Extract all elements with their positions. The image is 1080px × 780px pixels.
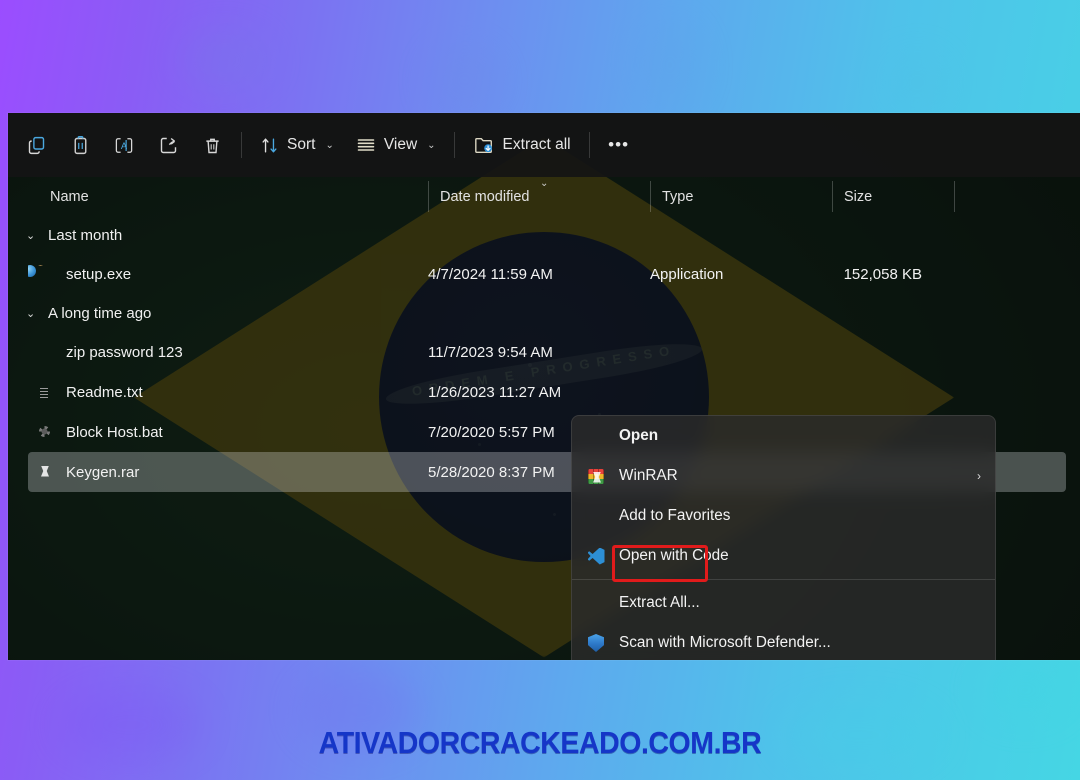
menu-item-open-with-code[interactable]: Open with Code bbox=[572, 536, 995, 576]
backdrop-blotch bbox=[640, 20, 700, 110]
file-group-label: A long time ago bbox=[48, 304, 152, 322]
svg-text:A: A bbox=[121, 140, 128, 150]
menu-item-label: Extract All... bbox=[619, 594, 700, 611]
chevron-down-icon: ⌄ bbox=[26, 229, 36, 242]
ellipsis-icon: ••• bbox=[608, 135, 630, 154]
extract-all-button[interactable]: Extract all bbox=[462, 125, 582, 165]
extract-all-label: Extract all bbox=[502, 136, 571, 153]
chevron-down-icon: ⌄ bbox=[26, 307, 36, 320]
extract-all-icon bbox=[473, 135, 495, 155]
page-root: ORDEM E PROGRESSO bbox=[0, 0, 1080, 780]
view-label: View bbox=[383, 136, 418, 153]
file-type-cell: Application bbox=[650, 265, 724, 283]
file-explorer-window: ORDEM E PROGRESSO bbox=[8, 113, 1080, 660]
sort-label: Sort bbox=[287, 136, 316, 153]
column-header-type[interactable]: Type bbox=[650, 177, 832, 216]
view-icon bbox=[356, 136, 376, 154]
table-row[interactable]: Readme.txt 1/26/2023 11:27 AM bbox=[28, 372, 1066, 412]
column-headers: Name ⌄ Date modified Type Size bbox=[8, 177, 1080, 216]
more-options-button[interactable]: ••• bbox=[597, 125, 641, 165]
toolbar-divider bbox=[453, 132, 455, 158]
menu-item-winrar[interactable]: WinRAR › bbox=[572, 456, 995, 496]
sort-icon bbox=[260, 136, 279, 155]
column-label: Name bbox=[50, 188, 89, 205]
file-date-cell: 1/26/2023 11:27 AM bbox=[428, 383, 562, 401]
copy-button[interactable] bbox=[14, 125, 58, 165]
no-icon bbox=[586, 426, 606, 446]
column-header-date-modified[interactable]: ⌄ Date modified bbox=[428, 177, 650, 216]
view-button[interactable]: View ⌄ bbox=[345, 125, 447, 165]
file-icon bbox=[36, 343, 55, 362]
file-name: setup.exe bbox=[66, 265, 132, 283]
file-date-cell: 4/7/2024 11:59 AM bbox=[428, 265, 553, 283]
column-label: Size bbox=[844, 188, 873, 205]
shield-icon bbox=[586, 633, 606, 653]
file-name-cell: setup.exe bbox=[28, 264, 428, 284]
file-name-cell: Block Host.bat bbox=[28, 423, 428, 442]
file-name-cell: Keygen.rar bbox=[28, 463, 428, 482]
file-name-cell: Readme.txt bbox=[28, 383, 428, 402]
backdrop-blotch bbox=[180, 30, 270, 90]
menu-item-label: WinRAR bbox=[619, 467, 678, 484]
chevron-right-icon: › bbox=[977, 469, 981, 483]
column-header-spacer bbox=[954, 177, 1014, 216]
backdrop-blotch bbox=[430, 45, 500, 115]
menu-item-label: Open with Code bbox=[619, 547, 729, 564]
menu-separator bbox=[572, 579, 995, 580]
backdrop-blotch bbox=[980, 660, 1070, 720]
menu-item-add-to-favorites[interactable]: Add to Favorites bbox=[572, 496, 995, 536]
share-icon bbox=[158, 135, 179, 156]
bat-file-icon bbox=[36, 423, 55, 442]
toolbar-divider bbox=[241, 132, 242, 158]
watermark: ATIVADORCRACKEADO.COM.BR bbox=[318, 725, 762, 760]
column-label: Date modified bbox=[440, 188, 530, 205]
paste-icon bbox=[70, 135, 91, 156]
file-group-header[interactable]: ⌄ A long time ago bbox=[8, 294, 1080, 332]
no-icon bbox=[586, 506, 606, 526]
file-name-cell: zip password 123 bbox=[28, 343, 428, 362]
rar-file-icon bbox=[36, 463, 55, 482]
rename-icon: A bbox=[113, 135, 135, 156]
no-icon bbox=[586, 593, 606, 613]
file-name: Readme.txt bbox=[66, 383, 143, 401]
exe-icon bbox=[28, 264, 55, 284]
winrar-icon bbox=[586, 466, 606, 486]
chevron-down-icon: ⌄ bbox=[325, 139, 334, 151]
file-size-cell: 152,058 KB bbox=[843, 265, 922, 283]
column-header-name[interactable]: Name bbox=[8, 177, 428, 216]
sort-button[interactable]: Sort ⌄ bbox=[249, 125, 345, 165]
file-date-cell: 11/7/2023 9:54 AM bbox=[428, 343, 553, 361]
delete-icon bbox=[202, 135, 223, 156]
file-group-header[interactable]: ⌄ Last month bbox=[8, 216, 1080, 254]
menu-item-label: Scan with Microsoft Defender... bbox=[619, 634, 831, 651]
paste-button[interactable] bbox=[58, 125, 102, 165]
share-button[interactable] bbox=[146, 125, 190, 165]
file-name: Block Host.bat bbox=[66, 423, 163, 441]
chevron-down-icon: ⌄ bbox=[427, 139, 436, 151]
copy-icon bbox=[26, 135, 47, 156]
explorer-toolbar: A Sort ⌄ View ⌄ Extract all ••• bbox=[8, 113, 1080, 177]
column-header-size[interactable]: Size bbox=[832, 177, 954, 216]
rename-button[interactable]: A bbox=[102, 125, 146, 165]
delete-button[interactable] bbox=[190, 125, 234, 165]
menu-item-extract-all[interactable]: Extract All... bbox=[572, 583, 995, 623]
menu-item-label: Add to Favorites bbox=[619, 507, 731, 524]
table-row[interactable]: setup.exe 4/7/2024 11:59 AM Application … bbox=[28, 254, 1066, 294]
menu-item-label: Open bbox=[619, 427, 659, 444]
vscode-icon bbox=[586, 546, 606, 566]
file-name: zip password 123 bbox=[66, 343, 183, 361]
table-row[interactable]: zip password 123 11/7/2023 9:54 AM bbox=[28, 332, 1066, 372]
toolbar-divider bbox=[588, 132, 590, 158]
menu-item-scan-with-defender[interactable]: Scan with Microsoft Defender... bbox=[572, 623, 995, 660]
file-group-label: Last month bbox=[48, 226, 123, 244]
sort-direction-icon: ⌄ bbox=[540, 178, 549, 189]
backdrop-blotch bbox=[890, 55, 945, 110]
menu-item-open[interactable]: Open bbox=[572, 416, 995, 456]
text-file-icon bbox=[36, 383, 55, 402]
file-name: Keygen.rar bbox=[66, 463, 140, 481]
context-menu: Open WinRAR › Add to Favorites Open with… bbox=[571, 415, 996, 660]
column-label: Type bbox=[662, 188, 694, 205]
